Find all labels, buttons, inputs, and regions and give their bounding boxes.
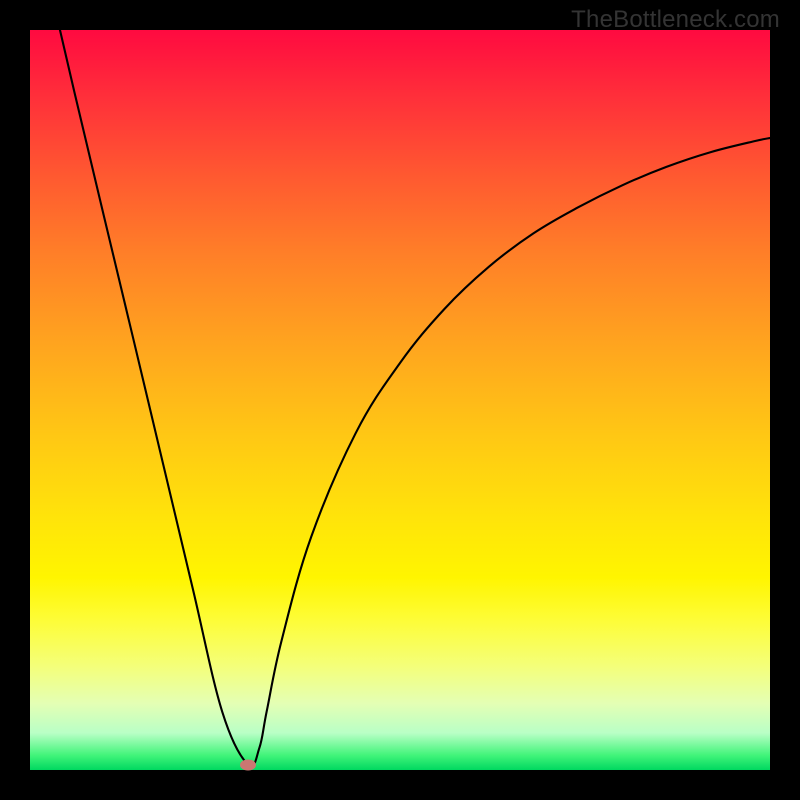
watermark-text: TheBottleneck.com xyxy=(571,6,780,34)
plot-area xyxy=(30,30,770,770)
bottleneck-minimum-marker xyxy=(240,759,256,770)
bottleneck-curve xyxy=(30,30,770,770)
